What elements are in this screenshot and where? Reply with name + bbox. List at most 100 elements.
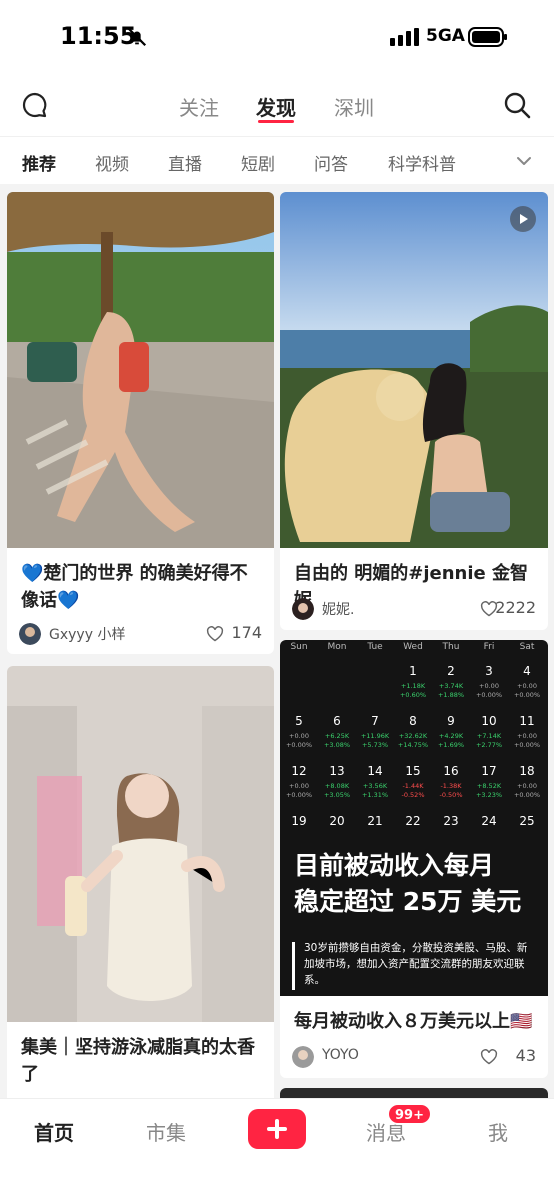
calendar-day: 19: [291, 814, 307, 828]
calendar-day-percent: +1.31%: [361, 791, 389, 799]
avatar[interactable]: [19, 623, 41, 645]
calendar-day-percent: +5.73%: [361, 741, 389, 749]
calendar-weekday: Sun: [290, 642, 308, 652]
calendar-day-percent: -0.50%: [439, 791, 463, 799]
calendar-day: 8: [409, 714, 417, 728]
like-count: 174: [231, 623, 262, 642]
calendar-day: 17: [481, 764, 497, 778]
calendar-day-percent: +1.88%: [437, 691, 465, 699]
calendar-day-change: +4.29K: [438, 732, 464, 740]
calendar-day: 13: [329, 764, 345, 778]
avatar[interactable]: [292, 1046, 314, 1068]
image-headline: 目前被动收入每月 稳定超过 25万 美元: [294, 851, 522, 916]
calendar-day: 9: [447, 714, 455, 728]
heart-icon[interactable]: [206, 626, 224, 642]
feed-card[interactable]: 💙楚门的世界 的确美好得不像话💙 Gxyyy 小样 174: [7, 192, 274, 654]
calendar-day: 10: [481, 714, 497, 728]
top-nav: 关注 发现 深圳: [0, 74, 554, 136]
calendar-day: 20: [329, 814, 345, 828]
calendar-day-percent: +3.05%: [323, 791, 351, 799]
chat-bubble-icon[interactable]: [20, 90, 50, 120]
heart-icon[interactable]: [480, 1049, 498, 1065]
calendar-day-percent: -0.52%: [401, 791, 425, 799]
bottom-tab-bar: 首页 市集 消息 99+ 我: [0, 1098, 554, 1200]
category-science[interactable]: 科学科普: [388, 150, 456, 175]
calendar-day: 7: [371, 714, 379, 728]
calendar-day-percent: +0.00%: [513, 791, 541, 799]
calendar-day: 6: [333, 714, 341, 728]
post-image: [7, 192, 274, 548]
calendar-day-percent: +1.69%: [437, 741, 465, 749]
calendar-weekday: Fri: [483, 642, 495, 652]
tab-market[interactable]: 市集: [146, 1117, 186, 1146]
calendar-day-percent: +3.08%: [323, 741, 351, 749]
calendar-weekday: Wed: [403, 642, 423, 652]
quote-bar: [292, 942, 295, 990]
calendar-day-change: +0.00: [289, 782, 309, 790]
category-bar: 推荐 视频 直播 短剧 问答 科学科普: [0, 136, 554, 184]
calendar-day: 2: [447, 664, 455, 678]
calendar-day-percent: +0.00%: [285, 791, 313, 799]
calendar-day: 16: [443, 764, 459, 778]
calendar-day: 21: [367, 814, 383, 828]
calendar-day: 14: [367, 764, 383, 778]
author-name[interactable]: Gxyyy 小样: [49, 624, 125, 644]
calendar-day-change: +0.00: [479, 682, 499, 690]
network-type: 5GA: [426, 26, 465, 46]
search-icon[interactable]: [502, 90, 532, 120]
calendar-day: 22: [405, 814, 421, 828]
calendar-weekday: Tue: [367, 642, 383, 652]
calendar-day: 11: [519, 714, 535, 728]
tab-discover[interactable]: 发现: [256, 92, 296, 121]
calendar-weekday: Thu: [442, 642, 460, 652]
battery-icon: [468, 27, 507, 47]
like-count: 43: [515, 1046, 536, 1065]
feed-card[interactable]: 目前被动收入每月 稳定超过 25万 美元 30岁前攒够自由资金，分散投资美股、马…: [280, 640, 548, 1078]
signal-icon: [390, 28, 419, 46]
post-meta: Gxyyy 小样 174: [19, 621, 262, 647]
calendar-day-change: -1.44K: [402, 782, 424, 790]
post-title: 💙楚门的世界 的确美好得不像话💙: [21, 563, 248, 611]
calendar-day-percent: +0.60%: [399, 691, 427, 699]
category-recommended[interactable]: 推荐: [22, 150, 56, 175]
post-title: 每月被动收入８万美元以上🇺🇸: [294, 1011, 533, 1032]
tab-following[interactable]: 关注: [179, 92, 219, 121]
calendar-day-change: +0.00: [289, 732, 309, 740]
feed-card[interactable]: 集美｜坚持游泳减脂真的太香了: [7, 666, 274, 1126]
add-post-button[interactable]: [248, 1109, 306, 1149]
calendar-day-change: +3.56K: [362, 782, 388, 790]
calendar-day-change: +6.25K: [324, 732, 350, 740]
calendar-day: 1: [409, 664, 417, 678]
calendar-day-change: +8.08K: [324, 782, 350, 790]
post-title: 集美｜坚持游泳减脂真的太香了: [21, 1037, 255, 1085]
tab-local-city[interactable]: 深圳: [334, 92, 374, 121]
video-play-icon: [510, 206, 536, 232]
calendar-day-change: +7.14K: [476, 732, 502, 740]
category-video[interactable]: 视频: [95, 150, 129, 175]
post-image: [280, 192, 548, 548]
category-live[interactable]: 直播: [168, 150, 202, 175]
chevron-down-icon[interactable]: [514, 151, 534, 171]
category-short-drama[interactable]: 短剧: [241, 150, 275, 175]
calendar-day-change: -1.38K: [440, 782, 462, 790]
calendar-day-percent: +0.00%: [475, 691, 503, 699]
calendar-day: 23: [443, 814, 459, 828]
calendar-day: 15: [405, 764, 421, 778]
calendar-day: 24: [481, 814, 497, 828]
calendar-day-change: +11.96K: [360, 732, 390, 740]
calendar-day-percent: +0.00%: [513, 741, 541, 749]
calendar-day-percent: +3.23%: [475, 791, 503, 799]
status-time: 11:55: [60, 22, 137, 50]
tab-home[interactable]: 首页: [34, 1117, 74, 1146]
tab-me[interactable]: 我: [488, 1117, 508, 1146]
calendar-day-change: +0.00: [517, 682, 537, 690]
calendar-day-change: +0.00: [517, 732, 537, 740]
author-name[interactable]: 妮妮.: [322, 599, 354, 619]
feed-card[interactable]: 自由的 明媚的#jennie 金智妮 妮妮. 2222: [280, 192, 548, 630]
category-qa[interactable]: 问答: [314, 150, 348, 175]
calendar-day-percent: +0.00%: [285, 741, 313, 749]
author-name[interactable]: YOYO: [322, 1047, 359, 1063]
image-body-text: 30岁前攒够自由资金，分散投资美股、马股、新加坡市场，想加入资产配置交流群的朋友…: [304, 942, 528, 986]
calendar-weekday: Sat: [519, 642, 535, 652]
avatar[interactable]: [292, 598, 314, 620]
